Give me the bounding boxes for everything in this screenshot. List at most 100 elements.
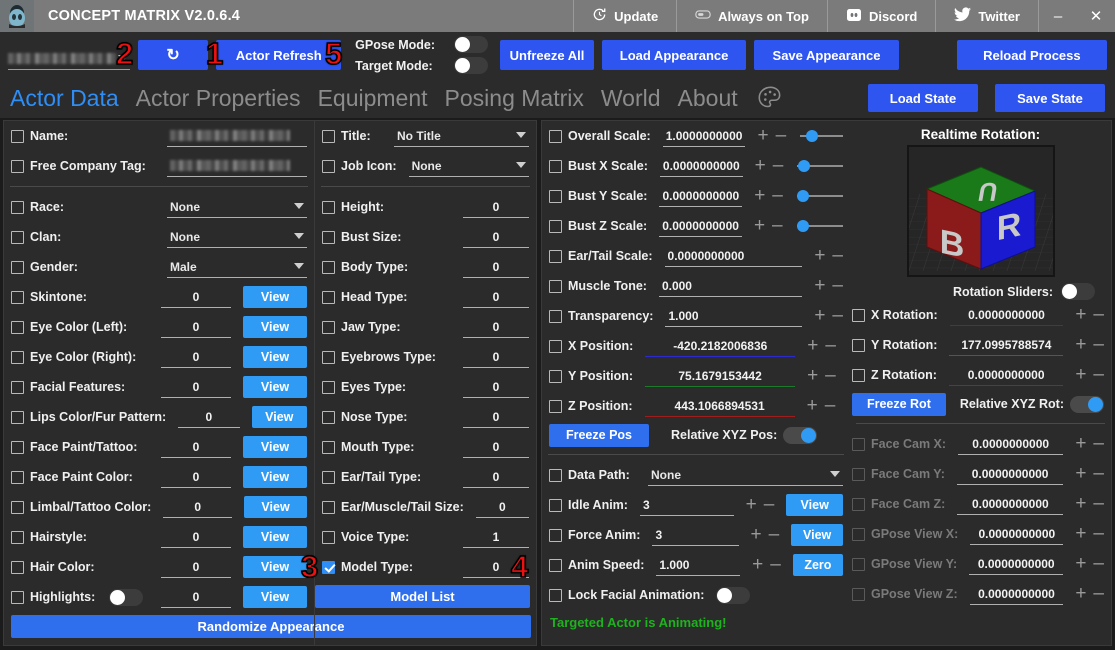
facial-features-checkbox[interactable]: [11, 380, 24, 394]
tab-actor-data[interactable]: Actor Data: [10, 85, 119, 112]
idle-anim-plus-icon[interactable]: +: [746, 495, 757, 514]
eye-color-left-checkbox[interactable]: [11, 320, 24, 334]
gpose-view-y-plus-icon[interactable]: +: [1075, 554, 1086, 573]
muscle-tone-input[interactable]: 0.000: [658, 275, 803, 297]
face-paint-tattoo-checkbox[interactable]: [11, 440, 24, 454]
lips-color-fur-pattern-checkbox[interactable]: [11, 410, 24, 424]
highlights-input[interactable]: 0: [161, 586, 231, 608]
face-cam-z-input[interactable]: 0.0000000000: [957, 493, 1064, 515]
ear-muscle-tail-size-checkbox[interactable]: [322, 500, 335, 514]
force-anim-minus-icon[interactable]: –: [769, 525, 780, 544]
minimize-button[interactable]: –: [1039, 0, 1077, 32]
load-state-button[interactable]: Load State: [868, 84, 978, 112]
ear-tail-type-input[interactable]: 0: [463, 466, 529, 488]
unfreeze-all-button[interactable]: Unfreeze All: [500, 40, 594, 70]
y-rotation-input[interactable]: 177.0995788574: [949, 334, 1064, 356]
fc-tag-input[interactable]: [167, 155, 307, 177]
tab-posing-matrix[interactable]: Posing Matrix: [445, 85, 584, 112]
bust-x-scale-minus-icon[interactable]: –: [773, 156, 784, 175]
x-rotation-plus-icon[interactable]: +: [1075, 305, 1086, 324]
tab-equipment[interactable]: Equipment: [318, 85, 428, 112]
head-type-checkbox[interactable]: [322, 290, 335, 304]
update-button[interactable]: Update: [573, 0, 676, 32]
bust-x-scale-plus-icon[interactable]: +: [755, 156, 766, 175]
face-paint-color-checkbox[interactable]: [11, 470, 24, 484]
model-type-checkbox[interactable]: [322, 560, 335, 574]
idle-anim-minus-icon[interactable]: –: [764, 495, 775, 514]
limbal-tattoo-color-view-button[interactable]: View: [244, 496, 307, 518]
face-paint-tattoo-view-button[interactable]: View: [243, 436, 307, 458]
z-rotation-checkbox[interactable]: [852, 368, 865, 382]
rotation-sliders-toggle[interactable]: [1061, 283, 1095, 300]
z-position-minus-icon[interactable]: –: [825, 396, 836, 415]
actor-refresh-button[interactable]: Actor Refresh: [216, 40, 342, 70]
overall-scale-slider-thumb[interactable]: [806, 130, 819, 142]
eye-color-left-view-button[interactable]: View: [243, 316, 307, 338]
gender-checkbox[interactable]: [11, 260, 24, 274]
muscle-tone-checkbox[interactable]: [549, 279, 562, 293]
muscle-tone-plus-icon[interactable]: +: [814, 276, 825, 295]
anim-speed-checkbox[interactable]: [549, 558, 562, 572]
anim-speed-zero-button[interactable]: Zero: [792, 554, 843, 576]
freeze-pos-button[interactable]: Freeze Pos: [549, 423, 649, 447]
x-rotation-minus-icon[interactable]: –: [1093, 305, 1104, 324]
facial-features-view-button[interactable]: View: [243, 376, 307, 398]
overall-scale-plus-icon[interactable]: +: [757, 126, 768, 145]
model-list-button[interactable]: Model List: [315, 585, 530, 608]
gpose-view-y-checkbox[interactable]: [852, 557, 865, 571]
ear-tail-scale-plus-icon[interactable]: +: [814, 246, 825, 265]
voice-type-input[interactable]: 1: [463, 526, 529, 548]
face-cam-x-minus-icon[interactable]: –: [1093, 434, 1104, 453]
lock-facial-animation-toggle[interactable]: [716, 586, 751, 604]
freeze-rot-button[interactable]: Freeze Rot: [852, 392, 946, 416]
close-button[interactable]: ✕: [1077, 0, 1115, 32]
clan-select[interactable]: None: [167, 226, 307, 248]
z-rotation-plus-icon[interactable]: +: [1075, 365, 1086, 384]
height-input[interactable]: 0: [463, 196, 529, 218]
head-type-input[interactable]: 0: [463, 286, 529, 308]
always-on-top-button[interactable]: Always on Top: [676, 0, 827, 32]
skintone-checkbox[interactable]: [11, 290, 24, 304]
bust-z-scale-plus-icon[interactable]: +: [754, 216, 765, 235]
anim-speed-minus-icon[interactable]: –: [770, 555, 781, 574]
ear-tail-scale-minus-icon[interactable]: –: [832, 246, 843, 265]
bust-y-scale-input[interactable]: 0.0000000000: [659, 185, 743, 207]
jaw-type-input[interactable]: 0: [463, 316, 529, 338]
bust-z-scale-slider[interactable]: [796, 216, 843, 236]
body-type-input[interactable]: 0: [463, 256, 529, 278]
bust-z-scale-minus-icon[interactable]: –: [772, 216, 783, 235]
title-select[interactable]: No Title: [394, 125, 529, 147]
mouth-type-checkbox[interactable]: [322, 440, 335, 454]
hairstyle-view-button[interactable]: View: [243, 526, 307, 548]
ear-muscle-tail-size-input[interactable]: 0: [475, 496, 529, 518]
name-input[interactable]: [167, 125, 307, 147]
bust-size-input[interactable]: 0: [463, 226, 529, 248]
gpose-view-x-plus-icon[interactable]: +: [1075, 524, 1086, 543]
gpose-view-x-input[interactable]: 0.0000000000: [970, 523, 1064, 545]
anim-speed-plus-icon[interactable]: +: [752, 555, 763, 574]
gpose-view-y-input[interactable]: 0.0000000000: [969, 553, 1064, 575]
body-type-checkbox[interactable]: [322, 260, 335, 274]
bust-z-scale-input[interactable]: 0.0000000000: [659, 215, 742, 237]
eyes-type-checkbox[interactable]: [322, 380, 335, 394]
force-anim-input[interactable]: 3: [652, 524, 739, 546]
load-appearance-button[interactable]: Load Appearance: [601, 40, 747, 70]
idle-anim-view-button[interactable]: View: [786, 494, 843, 516]
tab-actor-properties[interactable]: Actor Properties: [136, 85, 301, 112]
jaw-type-checkbox[interactable]: [322, 320, 335, 334]
name-checkbox[interactable]: [11, 129, 24, 143]
x-position-input[interactable]: -420.2182006836: [645, 335, 796, 357]
tab-world[interactable]: World: [601, 85, 661, 112]
height-checkbox[interactable]: [322, 200, 335, 214]
gpose-view-x-checkbox[interactable]: [852, 527, 865, 541]
transparency-checkbox[interactable]: [549, 309, 562, 323]
gpose-view-z-plus-icon[interactable]: +: [1075, 584, 1086, 603]
job-icon-checkbox[interactable]: [322, 159, 335, 173]
bust-x-scale-checkbox[interactable]: [549, 159, 562, 173]
bust-z-scale-slider-thumb[interactable]: [797, 220, 810, 232]
transparency-minus-icon[interactable]: –: [832, 306, 843, 325]
job-icon-select[interactable]: None: [408, 155, 529, 177]
nose-type-input[interactable]: 0: [463, 406, 529, 428]
highlights-checkbox[interactable]: [11, 590, 24, 604]
face-cam-x-checkbox[interactable]: [852, 437, 865, 451]
